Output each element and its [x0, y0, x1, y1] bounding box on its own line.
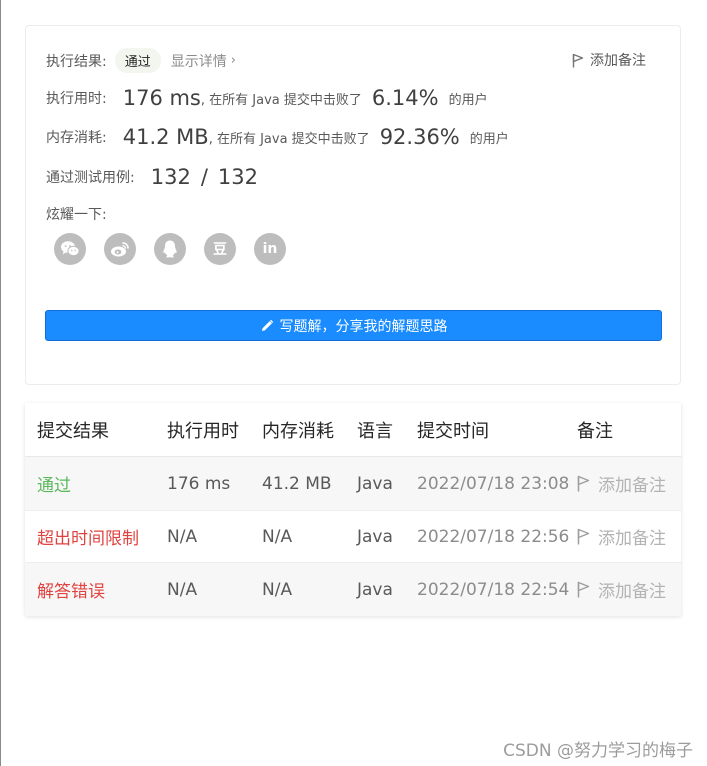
add-note-button[interactable]: 添加备注 [572, 50, 646, 70]
header-language: 语言 [357, 420, 393, 442]
row-runtime: 176 ms [167, 473, 231, 494]
write-solution-label: 写题解，分享我的解题思路 [279, 318, 448, 335]
wechat-icon[interactable] [54, 233, 86, 265]
memory-label: 内存消耗: [46, 130, 107, 146]
row-add-note-button[interactable]: 添加备注 [577, 563, 666, 616]
submissions-table: 提交结果 执行用时 内存消耗 语言 提交时间 备注 通过 176 ms 41.2… [25, 403, 681, 616]
watermark: CSDN @努力学习的梅子 [503, 741, 693, 761]
write-solution-button[interactable]: 写题解，分享我的解题思路 [45, 310, 662, 341]
runtime-label: 执行用时: [46, 91, 107, 107]
status-badge: 通过 [114, 48, 161, 73]
submission-result-card: 执行结果: 通过 显示详情 › 添加备注 执行用时: 176 ms , 在所有 … [25, 25, 681, 385]
submission-result-link[interactable]: 解答错误 [37, 563, 105, 616]
submission-result-link[interactable]: 超出时间限制 [37, 511, 139, 562]
row-add-note-label: 添加备注 [598, 582, 666, 602]
runtime-row: 执行用时: 176 ms , 在所有 Java 提交中击败了 6.14% 的用户 [46, 86, 488, 110]
row-add-note-button[interactable]: 添加备注 [577, 457, 666, 510]
runtime-percent: 6.14% [371, 86, 439, 110]
row-memory: N/A [262, 579, 293, 600]
row-language: Java [357, 473, 393, 494]
row-time: 2022/07/18 22:54 [417, 579, 570, 600]
row-time: 2022/07/18 23:08 [417, 473, 570, 494]
row-memory: N/A [262, 526, 293, 547]
header-time: 提交时间 [417, 420, 489, 442]
share-row-label: 炫耀一下: [46, 204, 107, 224]
testcase-passed: 132 [150, 165, 191, 189]
douban-icon[interactable]: 豆 [204, 233, 236, 265]
row-runtime: N/A [167, 526, 198, 547]
share-label: 炫耀一下: [46, 207, 107, 223]
pencil-icon [261, 319, 273, 331]
memory-percent: 92.36% [379, 125, 460, 149]
flag-icon [572, 53, 584, 67]
testcase-label: 通过测试用例: [46, 170, 135, 186]
testcase-row: 通过测试用例: 132 / 132 [46, 165, 258, 189]
row-add-note-button[interactable]: 添加备注 [577, 511, 666, 562]
memory-row: 内存消耗: 41.2 MB , 在所有 Java 提交中击败了 92.36% 的… [46, 125, 509, 149]
memory-beat-text: , 在所有 Java 提交中击败了 [208, 131, 370, 147]
qq-icon[interactable] [154, 233, 186, 265]
table-row[interactable]: 超出时间限制 N/A N/A Java 2022/07/18 22:56 添加备… [25, 510, 681, 563]
result-label: 执行结果: [46, 53, 107, 70]
row-memory: 41.2 MB [262, 473, 332, 494]
memory-value: 41.2 MB [122, 125, 209, 149]
left-border-line [0, 0, 1, 766]
chevron-right-icon[interactable]: › [231, 53, 236, 68]
flag-icon [577, 528, 590, 545]
row-add-note-label: 添加备注 [598, 529, 666, 549]
row-runtime: N/A [167, 579, 198, 600]
linkedin-icon[interactable]: in [254, 233, 286, 265]
header-note: 备注 [577, 420, 613, 442]
row-add-note-label: 添加备注 [598, 476, 666, 496]
flag-icon [577, 581, 590, 598]
memory-suffix: 的用户 [469, 131, 509, 147]
show-details-link[interactable]: 显示详情 [171, 51, 227, 71]
table-row[interactable]: 通过 176 ms 41.2 MB Java 2022/07/18 23:08 … [25, 457, 681, 510]
testcase-total: 132 [217, 165, 258, 189]
row-language: Java [357, 579, 393, 600]
runtime-beat-text: , 在所有 Java 提交中击败了 [200, 92, 362, 108]
weibo-icon[interactable] [104, 233, 136, 265]
testcase-separator: / [200, 165, 208, 189]
add-note-label: 添加备注 [590, 53, 646, 69]
runtime-suffix: 的用户 [448, 92, 488, 108]
row-language: Java [357, 526, 393, 547]
result-row: 执行结果: 通过 显示详情 › [46, 48, 236, 73]
header-result: 提交结果 [37, 420, 109, 442]
row-time: 2022/07/18 22:56 [417, 526, 570, 547]
share-icons: 豆 in [54, 233, 286, 265]
testcase-count: 132 / 132 [151, 165, 258, 189]
header-runtime: 执行用时 [167, 420, 239, 442]
flag-icon [577, 475, 590, 492]
table-header: 提交结果 执行用时 内存消耗 语言 提交时间 备注 [25, 403, 681, 457]
runtime-value: 176 ms [122, 86, 201, 110]
submission-result-link[interactable]: 通过 [37, 457, 71, 510]
table-row[interactable]: 解答错误 N/A N/A Java 2022/07/18 22:54 添加备注 [25, 563, 681, 616]
header-memory: 内存消耗 [262, 420, 334, 442]
